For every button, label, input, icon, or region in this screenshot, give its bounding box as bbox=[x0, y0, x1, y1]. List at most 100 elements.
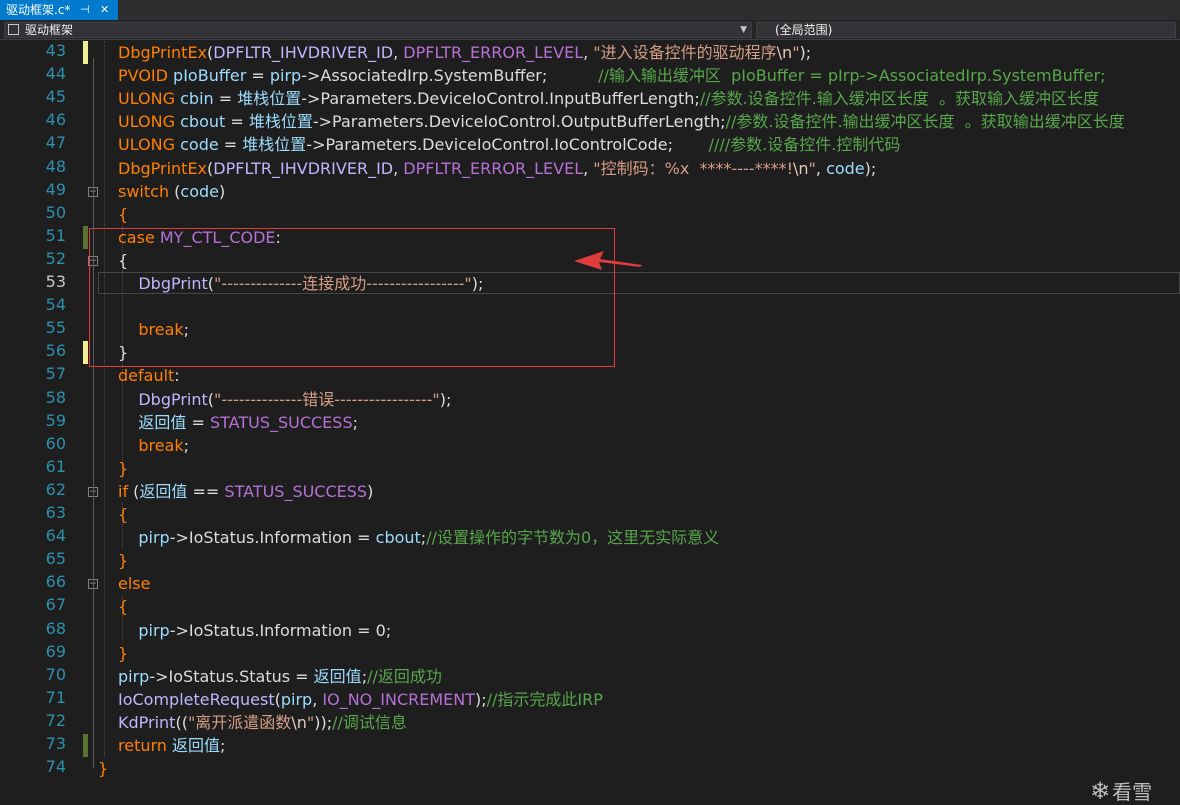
code-token: DPFLTR_ERROR_LEVEL bbox=[403, 43, 584, 62]
code-token: //调试信息 bbox=[332, 712, 407, 732]
code-token: 返回值 bbox=[138, 412, 187, 432]
code-token: 返回值 bbox=[313, 666, 362, 686]
code-token: DbgPrint bbox=[138, 389, 208, 409]
code-line[interactable]: } bbox=[118, 642, 128, 665]
code-token: AssociatedIrp.SystemBuffer; bbox=[320, 66, 548, 86]
chevron-down-icon: ▼ bbox=[740, 25, 747, 35]
line-number: 64 bbox=[45, 526, 66, 546]
code-line[interactable]: DbgPrint("--------------错误--------------… bbox=[118, 388, 451, 411]
line-number: 50 bbox=[45, 202, 66, 222]
code-line[interactable]: return 返回值; bbox=[118, 734, 225, 757]
line-number: 72 bbox=[45, 710, 66, 730]
code-token: , bbox=[583, 43, 594, 62]
code-token: ->Parameters.DeviceIoControl.OutputBuffe… bbox=[312, 112, 726, 132]
code-token: ->Parameters.DeviceIoControl.InputBuffer… bbox=[301, 89, 700, 109]
code-line[interactable]: default: bbox=[118, 364, 180, 387]
code-token: if bbox=[118, 481, 129, 501]
code-token: else bbox=[118, 574, 151, 594]
line-number: 49 bbox=[45, 179, 66, 199]
code-line[interactable]: { bbox=[118, 203, 128, 226]
line-number: 73 bbox=[45, 734, 66, 753]
code-line[interactable]: 返回值 = STATUS_SUCCESS; bbox=[118, 411, 358, 434]
code-token: DPFLTR_ERROR_LEVEL bbox=[403, 158, 584, 178]
code-token: //输入输出缓冲区 pIoBuffer = pIrp->AssociatedIr… bbox=[598, 66, 1106, 86]
code-token: ->IoStatus.Information = 0; bbox=[169, 620, 392, 640]
global-scope-dropdown[interactable]: (全局范围) bbox=[756, 22, 1176, 38]
code-token: , bbox=[393, 158, 404, 178]
code-token: " bbox=[808, 158, 816, 178]
line-number: 61 bbox=[45, 456, 66, 476]
line-number: 69 bbox=[45, 641, 66, 661]
project-scope-dropdown[interactable]: 驱动框架 ▼ bbox=[4, 22, 752, 38]
code-line[interactable]: pirp->IoStatus.Status = 返回值;//返回成功 bbox=[118, 665, 442, 688]
code-token: switch bbox=[118, 181, 170, 201]
line-number: 43 bbox=[45, 41, 66, 60]
code-line[interactable]: ULONG cbin = 堆栈位置->Parameters.DeviceIoCo… bbox=[118, 87, 1099, 110]
code-token: PVOID bbox=[118, 66, 168, 86]
code-token: 堆栈位置 bbox=[242, 135, 307, 155]
line-number: 52 bbox=[45, 248, 66, 268]
code-token: cbout bbox=[180, 112, 226, 132]
close-icon[interactable]: ✕ bbox=[100, 0, 109, 20]
code-token: code bbox=[180, 135, 219, 155]
code-token: break bbox=[138, 435, 184, 455]
code-line[interactable]: ULONG code = 堆栈位置->Parameters.DeviceIoCo… bbox=[118, 133, 900, 156]
code-line[interactable]: pirp->IoStatus.Information = 0; bbox=[118, 619, 391, 642]
code-token: code bbox=[180, 181, 219, 201]
code-token: STATUS_SUCCESS bbox=[209, 412, 353, 432]
code-token: { bbox=[118, 597, 129, 617]
line-number: 47 bbox=[45, 133, 66, 153]
code-token: "离开派遣函数 bbox=[187, 712, 292, 732]
line-number: 68 bbox=[45, 618, 66, 638]
snowflake-icon: ❄ bbox=[1090, 777, 1111, 805]
code-token: //参数.设备控件.输出缓冲区长度 。获取输出缓冲区长度 bbox=[725, 112, 1125, 132]
code-line[interactable]: pirp->IoStatus.Information = cbout;//设置操… bbox=[118, 526, 719, 549]
code-line[interactable]: DbgPrintEx(DPFLTR_IHVDRIVER_ID, DPFLTR_E… bbox=[118, 157, 876, 180]
code-editor[interactable]: 43 44 45 46 47 48 49 50 51 52 53 54 55 56 57 58 59 60 61 62… bbox=[0, 40, 1180, 805]
code-token: } bbox=[98, 759, 109, 779]
code-line[interactable]: { bbox=[118, 595, 128, 618]
line-number: 74 bbox=[45, 757, 66, 777]
line-number: 48 bbox=[45, 156, 66, 176]
code-token: ( bbox=[128, 481, 140, 501]
code-line[interactable]: if (返回值 == STATUS_SUCCESS) bbox=[118, 480, 373, 503]
code-token: code bbox=[826, 158, 865, 178]
code-token: } bbox=[118, 643, 129, 663]
file-icon bbox=[8, 24, 19, 35]
unsaved-change-marker bbox=[83, 41, 88, 65]
code-token: , bbox=[815, 158, 827, 178]
code-line[interactable]: KdPrint(("离开派遣函数\n"));//调试信息 bbox=[118, 711, 407, 734]
code-token: //设置操作的字节数为0，这里无实际意义 bbox=[426, 528, 720, 548]
code-line[interactable]: IoCompleteRequest(pirp, IO_NO_INCREMENT)… bbox=[118, 688, 603, 711]
code-token: STATUS_SUCCESS bbox=[224, 481, 368, 501]
line-number: 44 bbox=[45, 64, 66, 84]
code-token: { bbox=[118, 204, 129, 224]
line-number: 70 bbox=[45, 664, 66, 684]
pin-icon[interactable]: ⊣ bbox=[80, 0, 90, 20]
code-token: ) bbox=[219, 181, 226, 201]
code-line[interactable]: } bbox=[98, 757, 108, 780]
code-token: //参数.设备控件.输入缓冲区长度 。获取输入缓冲区长度 bbox=[699, 89, 1099, 109]
code-line[interactable]: { bbox=[118, 503, 128, 526]
code-line[interactable]: } bbox=[118, 457, 128, 480]
code-line[interactable]: } bbox=[118, 549, 128, 572]
red-arrow-annotation bbox=[574, 251, 642, 270]
code-line[interactable]: else bbox=[118, 572, 150, 595]
code-token: } bbox=[118, 458, 129, 478]
tab-driver-framework[interactable]: 驱动框架.c* ⊣ ✕ bbox=[0, 0, 118, 20]
code-token: ); bbox=[799, 43, 812, 62]
code-line[interactable]: DbgPrintEx(DPFLTR_IHVDRIVER_ID, DPFLTR_E… bbox=[118, 41, 811, 64]
code-line[interactable]: PVOID pIoBuffer = pirp->AssociatedIrp.Sy… bbox=[118, 64, 1106, 87]
code-token: DbgPrintEx bbox=[118, 158, 208, 178]
code-line[interactable]: break; bbox=[118, 434, 189, 457]
code-token: = bbox=[246, 66, 270, 86]
code-line[interactable]: switch (code) bbox=[118, 180, 225, 203]
line-number: 55 bbox=[45, 318, 66, 338]
code-token: ( bbox=[169, 181, 181, 201]
code-line[interactable]: ULONG cbout = 堆栈位置->Parameters.DeviceIoC… bbox=[118, 110, 1125, 133]
code-token: pirp bbox=[138, 528, 170, 548]
code-token: default bbox=[118, 366, 175, 386]
line-number: 71 bbox=[45, 687, 66, 707]
